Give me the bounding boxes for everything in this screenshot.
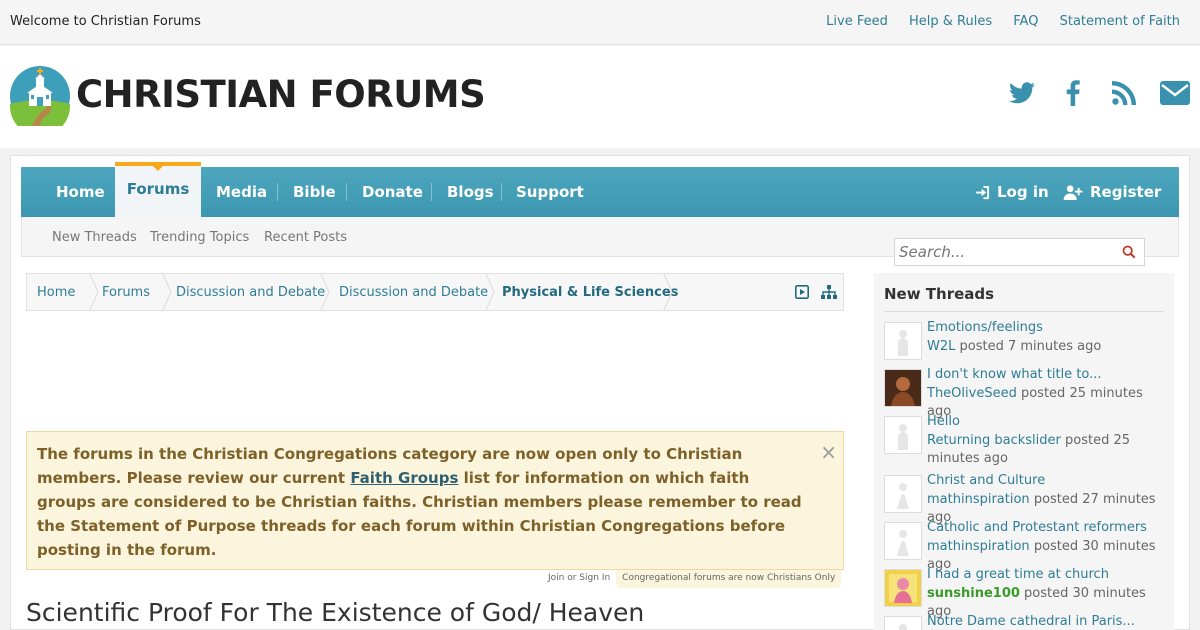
- site-logo-text[interactable]: CHRISTIAN FORUMS: [76, 73, 486, 116]
- breadcrumb-separator: [162, 274, 172, 310]
- thread-link[interactable]: Notre Dame cathedral in Paris...: [927, 614, 1167, 629]
- register-button[interactable]: Register: [1063, 167, 1161, 217]
- thread-meta: W2L posted 7 minutes ago: [927, 338, 1167, 356]
- site-header: CHRISTIAN FORUMS: [0, 46, 1200, 148]
- facebook-icon[interactable]: [1058, 79, 1088, 107]
- statement-of-faith-link[interactable]: Statement of Faith: [1060, 14, 1180, 29]
- live-feed-link[interactable]: Live Feed: [826, 14, 888, 29]
- search-input[interactable]: [899, 242, 1109, 262]
- nav-support[interactable]: Support: [516, 167, 584, 217]
- avatar[interactable]: [884, 322, 922, 360]
- nav-forums-active-tab[interactable]: Forums: [115, 162, 201, 217]
- faith-groups-link[interactable]: Faith Groups: [350, 469, 458, 487]
- help-rules-link[interactable]: Help & Rules: [909, 14, 992, 29]
- rss-icon[interactable]: [1109, 79, 1139, 107]
- jump-to-icon[interactable]: [795, 284, 811, 300]
- sitemap-icon[interactable]: [821, 284, 837, 300]
- nav-forums: Forums: [126, 180, 190, 198]
- avatar[interactable]: [884, 522, 922, 560]
- thread-link[interactable]: Christ and Culture: [927, 473, 1167, 488]
- nav-divider: [277, 183, 278, 201]
- nav-divider: [501, 183, 502, 201]
- breadcrumb-separator: [320, 274, 330, 310]
- avatar[interactable]: [884, 616, 922, 630]
- username-link[interactable]: W2L: [927, 339, 955, 354]
- posted-word: posted: [1024, 586, 1069, 601]
- active-tab-caret: [152, 165, 164, 171]
- username-link[interactable]: Returning backslider: [927, 433, 1061, 448]
- post-time: 7 minutes ago: [1007, 339, 1102, 354]
- thread-link[interactable]: Emotions/feelings: [927, 320, 1167, 335]
- breadcrumb-tools: [785, 284, 837, 300]
- faith-groups-notice: The forums in the Christian Congregation…: [26, 431, 844, 570]
- login-label: Log in: [997, 183, 1049, 201]
- avatar[interactable]: [884, 416, 922, 454]
- breadcrumb-physical-life-sciences[interactable]: Physical & Life Sciences: [502, 285, 678, 300]
- user-plus-icon: [1063, 184, 1083, 200]
- sidebar-title: New Threads: [884, 285, 995, 303]
- notice-tab-congregational[interactable]: Congregational forums are now Christians…: [616, 570, 842, 588]
- subnav-trending-topics[interactable]: Trending Topics: [150, 230, 249, 245]
- thread-meta: Returning backslider posted 25 minutes a…: [927, 432, 1167, 468]
- church-logo-icon[interactable]: [10, 66, 70, 126]
- nav-divider: [346, 183, 347, 201]
- login-button[interactable]: Log in: [975, 167, 1049, 217]
- envelope-icon[interactable]: [1160, 79, 1190, 107]
- nav-bible[interactable]: Bible: [293, 167, 336, 217]
- nav-media[interactable]: Media: [216, 167, 267, 217]
- thread-link[interactable]: I had a great time at church: [927, 567, 1167, 582]
- username-link[interactable]: TheOliveSeed: [927, 386, 1017, 401]
- notice-text: The forums in the Christian Congregation…: [37, 442, 807, 562]
- sidebar-divider: [884, 311, 1164, 312]
- thread-link[interactable]: I don't know what title to...: [927, 367, 1167, 382]
- nav-divider: [431, 183, 432, 201]
- breadcrumb-discussion-debate[interactable]: Discussion and Debate: [176, 285, 325, 300]
- sign-in-icon: [975, 185, 990, 199]
- notice-tab-join[interactable]: Join or Sign In: [542, 570, 617, 588]
- subnav-new-threads[interactable]: New Threads: [52, 230, 137, 245]
- nav-blogs[interactable]: Blogs: [447, 167, 494, 217]
- breadcrumb-forums[interactable]: Forums: [102, 285, 150, 300]
- avatar[interactable]: [884, 369, 922, 407]
- social-links: [986, 79, 1190, 107]
- welcome-text: Welcome to Christian Forums: [10, 14, 201, 29]
- posted-word: posted: [1065, 433, 1110, 448]
- notice-tabs: Join or Sign In Congregational forums ar…: [542, 570, 842, 588]
- nav-donate[interactable]: Donate: [362, 167, 423, 217]
- subnav-recent-posts[interactable]: Recent Posts: [264, 230, 347, 245]
- username-link[interactable]: sunshine100: [927, 586, 1020, 601]
- top-links: Live Feed Help & Rules FAQ Statement of …: [809, 14, 1180, 29]
- avatar[interactable]: [884, 569, 922, 607]
- thread-link[interactable]: Hello: [927, 414, 1167, 429]
- faq-link[interactable]: FAQ: [1013, 14, 1038, 29]
- top-bar: Welcome to Christian Forums Live Feed He…: [0, 0, 1200, 45]
- posted-word: posted: [1033, 492, 1079, 507]
- thread-title: Scientific Proof For The Existence of Go…: [26, 598, 645, 627]
- posted-word: posted: [1033, 539, 1079, 554]
- breadcrumb-home[interactable]: Home: [37, 285, 75, 300]
- posted-word: posted: [1020, 386, 1066, 401]
- register-label: Register: [1090, 183, 1162, 201]
- username-link[interactable]: mathinspiration: [927, 539, 1030, 554]
- thread-link[interactable]: Catholic and Protestant reformers: [927, 520, 1167, 535]
- new-threads-sidebar: New Threads Emotions/feelings W2L posted…: [874, 273, 1174, 630]
- twitter-icon[interactable]: [1007, 79, 1037, 107]
- notice-close-button[interactable]: ×: [820, 442, 837, 462]
- search-box: [894, 238, 1145, 266]
- breadcrumb-separator: [485, 274, 495, 310]
- nav-home[interactable]: Home: [56, 167, 105, 217]
- posted-word: posted: [959, 339, 1004, 354]
- breadcrumb-separator: [663, 274, 673, 310]
- breadcrumb: Home Forums Discussion and Debate Discus…: [26, 273, 844, 311]
- breadcrumb-discussion-debate-sub[interactable]: Discussion and Debate: [339, 285, 488, 300]
- username-link[interactable]: mathinspiration: [927, 492, 1030, 507]
- breadcrumb-separator: [89, 274, 99, 310]
- avatar[interactable]: [884, 475, 922, 513]
- search-icon[interactable]: [1122, 245, 1136, 259]
